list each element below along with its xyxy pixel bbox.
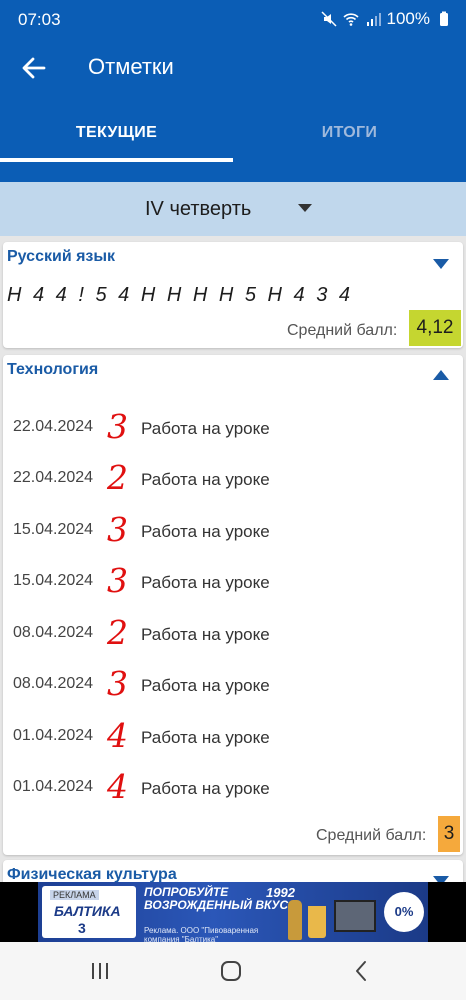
grade-value: 2	[107, 458, 128, 497]
subject-name: Русский язык	[7, 248, 116, 265]
grade-value: 3	[107, 561, 128, 600]
mute-icon	[320, 11, 337, 27]
back-icon[interactable]	[347, 956, 377, 986]
average-label: Средний балл:	[316, 827, 427, 844]
grade-description: Работа на уроке	[141, 573, 270, 592]
grade-value: 4	[107, 716, 128, 755]
grade-date: 01.04.2024	[13, 727, 94, 744]
recent-apps-icon[interactable]	[85, 956, 115, 986]
arrow-left-icon[interactable]	[16, 50, 52, 86]
grade-value: 2	[107, 613, 128, 652]
wifi-icon	[342, 13, 359, 26]
average-value: 4,12	[409, 310, 461, 346]
tab-indicator	[0, 158, 233, 162]
bottle-image	[288, 900, 302, 940]
ad-brand-logo: РЕКЛАМА БАЛТИКА 3	[42, 886, 136, 938]
subject-card-russian[interactable]: Русский язык Н 4 4 ! 5 4 Н Н Н Н 5 Н 4 3…	[3, 242, 463, 348]
grade-row: 15.04.2024 3 Работа на уроке	[3, 504, 463, 554]
grade-date: 15.04.2024	[13, 572, 94, 589]
subject-card-technology[interactable]: Технология 22.04.2024 3 Работа на уроке …	[3, 355, 463, 855]
battery-percent: 100%	[386, 9, 430, 28]
grade-row: 22.04.2024 3 Работа на уроке	[3, 401, 463, 451]
period-selector[interactable]: IV четверть	[0, 182, 466, 236]
ad-label: РЕКЛАМА	[50, 890, 99, 900]
ad-brand-name: БАЛТИКА	[54, 903, 121, 919]
glass-image	[308, 906, 326, 938]
caret-down-icon[interactable]	[433, 259, 449, 269]
grade-description: Работа на уроке	[141, 470, 270, 489]
tab-current[interactable]: ТЕКУЩИЕ	[0, 98, 233, 182]
tab-bar: ТЕКУЩИЕ ИТОГИ	[0, 98, 466, 182]
caret-up-icon[interactable]	[433, 370, 449, 380]
grade-description: Работа на уроке	[141, 419, 270, 438]
grade-description: Работа на уроке	[141, 728, 270, 747]
app-bar: Отметки	[0, 38, 466, 98]
grade-value: 4	[107, 767, 128, 806]
grade-date: 22.04.2024	[13, 418, 94, 435]
subject-name: Технология	[7, 361, 99, 378]
grade-date: 08.04.2024	[13, 624, 94, 641]
grade-value: 3	[107, 510, 128, 549]
grade-description: Работа на уроке	[141, 522, 270, 541]
grade-description: Работа на уроке	[141, 779, 270, 798]
tab-totals[interactable]: ИТОГИ	[233, 98, 466, 182]
marks-line: Н 4 4 ! 5 4 Н Н Н Н 5 Н 4 3 4	[7, 284, 353, 306]
grade-value: 3	[107, 664, 128, 703]
average-value: 3	[438, 816, 460, 852]
grade-date: 08.04.2024	[13, 675, 94, 692]
grade-description: Работа на уроке	[141, 676, 270, 695]
system-nav-bar	[0, 942, 466, 1000]
ad-banner[interactable]: РЕКЛАМА БАЛТИКА 3 ПОПРОБУЙТЕ ВОЗРОЖДЕННЫ…	[0, 882, 466, 942]
grade-row: 08.04.2024 3 Работа на уроке	[3, 658, 463, 708]
grade-row: 15.04.2024 3 Работа на уроке	[3, 555, 463, 605]
status-icons: 100%	[320, 9, 452, 29]
status-bar: 07:03 100%	[0, 0, 466, 38]
grade-row: 22.04.2024 2 Работа на уроке	[3, 452, 463, 502]
ad-year: 1992	[266, 885, 295, 900]
ad-creative[interactable]: РЕКЛАМА БАЛТИКА 3 ПОПРОБУЙТЕ ВОЗРОЖДЕННЫ…	[38, 882, 428, 942]
period-label: IV четверть	[145, 198, 252, 220]
grade-date: 01.04.2024	[13, 778, 94, 795]
signal-icon	[366, 13, 381, 26]
tv-image	[334, 900, 376, 932]
caret-down-icon	[298, 204, 312, 212]
ad-badge: 0%	[384, 892, 424, 932]
average-label: Средний балл:	[287, 322, 398, 339]
grade-row: 01.04.2024 4 Работа на уроке	[3, 761, 463, 811]
battery-icon	[440, 11, 448, 26]
ad-brand-number: 3	[78, 920, 86, 936]
grade-value: 3	[107, 407, 128, 446]
grade-date: 22.04.2024	[13, 469, 94, 486]
grade-row: 01.04.2024 4 Работа на уроке	[3, 710, 463, 760]
grade-description: Работа на уроке	[141, 625, 270, 644]
ad-disclaimer: Реклама. ООО "Пивоваренная компания "Бал…	[144, 926, 259, 942]
home-icon[interactable]	[216, 956, 246, 986]
page-title: Отметки	[88, 54, 174, 79]
grade-date: 15.04.2024	[13, 521, 94, 538]
status-time: 07:03	[18, 10, 61, 29]
grade-row: 08.04.2024 2 Работа на уроке	[3, 607, 463, 657]
